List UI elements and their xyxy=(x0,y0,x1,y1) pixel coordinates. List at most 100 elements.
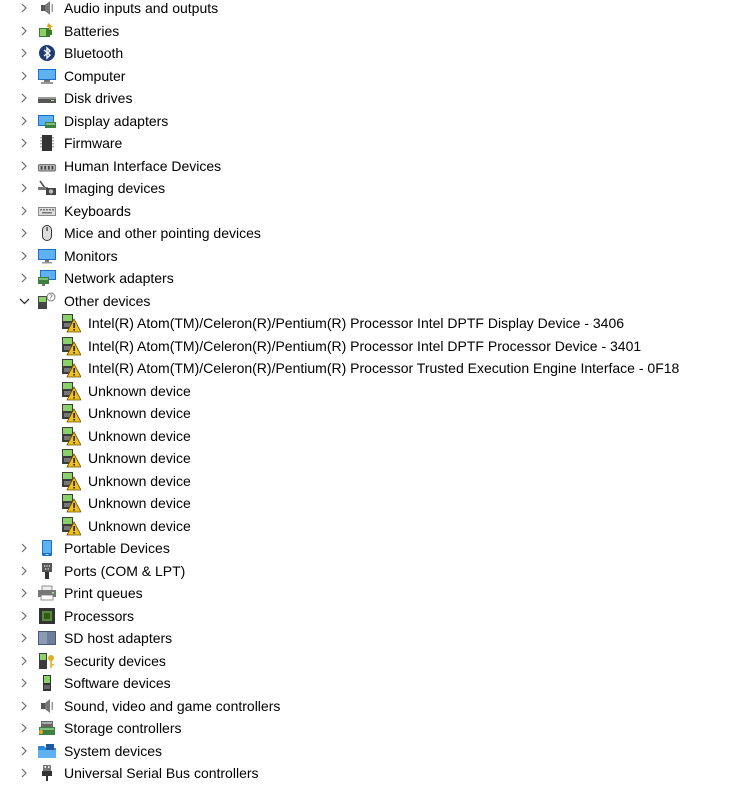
device-item-label: Unknown device xyxy=(88,495,191,511)
chevron-right-icon[interactable] xyxy=(18,87,30,110)
warning-device-icon xyxy=(61,426,81,445)
tree-item-software-devices[interactable]: Software devices xyxy=(0,672,736,695)
tree-item-label: Mice and other pointing devices xyxy=(64,225,261,241)
chevron-right-icon[interactable] xyxy=(18,65,30,88)
chevron-right-icon[interactable] xyxy=(18,672,30,695)
tree-item-label: Disk drives xyxy=(64,90,133,106)
tree-item-monitors[interactable]: Monitors xyxy=(0,245,736,268)
tree-item-label: Keyboards xyxy=(64,202,131,219)
device-item[interactable]: Unknown device xyxy=(0,470,736,493)
chevron-right-icon[interactable] xyxy=(18,650,30,673)
tree-item-bluetooth[interactable]: Bluetooth xyxy=(0,42,736,65)
tree-item-system-devices[interactable]: System devices xyxy=(0,740,736,763)
tree-item-label: Storage controllers xyxy=(64,720,182,736)
tree-item-batteries[interactable]: Batteries xyxy=(0,20,736,43)
chevron-right-icon[interactable] xyxy=(18,582,30,605)
tree-item-label: Software devices xyxy=(64,675,171,691)
warning-device-icon xyxy=(61,336,81,355)
chevron-right-icon[interactable] xyxy=(18,245,30,268)
tree-item-label: Firmware xyxy=(64,135,123,151)
device-item[interactable]: Intel(R) Atom(TM)/Celeron(R)/Pentium(R) … xyxy=(0,312,736,335)
tree-item-human-interface-devices[interactable]: Human Interface Devices xyxy=(0,155,736,178)
tree-item-label: Universal Serial Bus controllers xyxy=(64,765,259,781)
storage-controller-icon xyxy=(37,719,57,737)
tree-item-mice-and-other-pointing-devices[interactable]: Mice and other pointing devices xyxy=(0,222,736,245)
tree-item-label: Imaging devices xyxy=(64,180,166,196)
chevron-right-icon[interactable] xyxy=(18,537,30,560)
tree-item-audio-inputs-and-outputs[interactable]: Audio inputs and outputs xyxy=(0,0,736,20)
disk-drive-icon xyxy=(37,89,57,107)
chevron-right-icon[interactable] xyxy=(18,110,30,133)
tree-item-label: Network adapters xyxy=(64,270,174,286)
chevron-right-icon[interactable] xyxy=(18,695,30,718)
chevron-right-icon[interactable] xyxy=(18,627,30,650)
tree-item-firmware[interactable]: Firmware xyxy=(0,132,736,155)
tree-item-computer[interactable]: Computer xyxy=(0,65,736,88)
tree-item-universal-serial-bus-controllers[interactable]: Universal Serial Bus controllers xyxy=(0,762,736,785)
device-item[interactable]: Unknown device xyxy=(0,425,736,448)
device-item[interactable]: Unknown device xyxy=(0,380,736,403)
tree-item-label: Human Interface Devices xyxy=(64,157,222,174)
device-item-label: Unknown device xyxy=(88,405,191,421)
tree-item-ports-com-lpt[interactable]: Ports (COM & LPT) xyxy=(0,560,736,583)
device-item-label: Intel(R) Atom(TM)/Celeron(R)/Pentium(R) … xyxy=(88,337,642,354)
security-device-icon xyxy=(37,652,57,670)
tree-item-label: Display adapters xyxy=(64,112,169,129)
chevron-right-icon[interactable] xyxy=(18,740,30,763)
chevron-right-icon[interactable] xyxy=(18,177,30,200)
chevron-right-icon[interactable] xyxy=(18,222,30,245)
warning-device-icon xyxy=(61,516,81,535)
tree-item-security-devices[interactable]: Security devices xyxy=(0,650,736,673)
other-devices-icon: ? xyxy=(37,292,57,310)
tree-item-label: Sound, video and game controllers xyxy=(64,697,281,714)
device-item[interactable]: Unknown device xyxy=(0,402,736,425)
device-item-label: Unknown device xyxy=(88,427,191,444)
device-item-label: Unknown device xyxy=(88,450,191,466)
chevron-right-icon[interactable] xyxy=(18,0,30,20)
printer-icon xyxy=(37,584,57,602)
tree-item-sd-host-adapters[interactable]: SD host adapters xyxy=(0,627,736,650)
tree-item-other-devices[interactable]: ? Other devices xyxy=(0,290,736,313)
bluetooth-icon xyxy=(37,44,57,62)
tree-item-disk-drives[interactable]: Disk drives xyxy=(0,87,736,110)
chevron-right-icon[interactable] xyxy=(18,155,30,178)
tree-item-label: Other devices xyxy=(64,292,151,309)
chevron-down-icon[interactable] xyxy=(18,290,30,313)
chevron-right-icon[interactable] xyxy=(18,42,30,65)
chevron-right-icon[interactable] xyxy=(18,560,30,583)
system-folder-icon xyxy=(37,742,57,760)
chevron-right-icon[interactable] xyxy=(18,762,30,785)
device-item[interactable]: Unknown device xyxy=(0,492,736,515)
device-item[interactable]: Unknown device xyxy=(0,515,736,538)
tree-item-display-adapters[interactable]: Display adapters xyxy=(0,110,736,133)
tree-item-processors[interactable]: Processors xyxy=(0,605,736,628)
device-item[interactable]: Intel(R) Atom(TM)/Celeron(R)/Pentium(R) … xyxy=(0,357,736,380)
tree-item-print-queues[interactable]: Print queues xyxy=(0,582,736,605)
device-item[interactable]: Intel(R) Atom(TM)/Celeron(R)/Pentium(R) … xyxy=(0,335,736,358)
firmware-icon xyxy=(37,134,57,152)
device-item[interactable]: Unknown device xyxy=(0,447,736,470)
usb-icon xyxy=(37,764,57,782)
tree-item-label: Ports (COM & LPT) xyxy=(64,562,186,579)
portable-device-icon xyxy=(37,539,57,557)
chevron-right-icon[interactable] xyxy=(18,20,30,43)
tree-item-sound-video-and-game-controllers[interactable]: Sound, video and game controllers xyxy=(0,695,736,718)
device-tree: Audio inputs and outputs Batteries Bluetoo… xyxy=(0,0,736,785)
chevron-right-icon[interactable] xyxy=(18,605,30,628)
device-item-label: Unknown device xyxy=(88,472,191,489)
tree-item-network-adapters[interactable]: Network adapters xyxy=(0,267,736,290)
tree-item-keyboards[interactable]: Keyboards xyxy=(0,200,736,223)
battery-icon xyxy=(37,22,57,40)
chevron-right-icon[interactable] xyxy=(18,267,30,290)
chevron-right-icon[interactable] xyxy=(18,717,30,740)
tree-item-portable-devices[interactable]: Portable Devices xyxy=(0,537,736,560)
chevron-right-icon[interactable] xyxy=(18,200,30,223)
tree-item-storage-controllers[interactable]: Storage controllers xyxy=(0,717,736,740)
tree-item-label: Audio inputs and outputs xyxy=(64,0,219,16)
tree-item-label: Computer xyxy=(64,67,126,84)
computer-icon xyxy=(37,67,57,85)
svg-text:?: ? xyxy=(49,293,53,301)
device-item-label: Intel(R) Atom(TM)/Celeron(R)/Pentium(R) … xyxy=(88,360,680,376)
chevron-right-icon[interactable] xyxy=(18,132,30,155)
tree-item-imaging-devices[interactable]: Imaging devices xyxy=(0,177,736,200)
